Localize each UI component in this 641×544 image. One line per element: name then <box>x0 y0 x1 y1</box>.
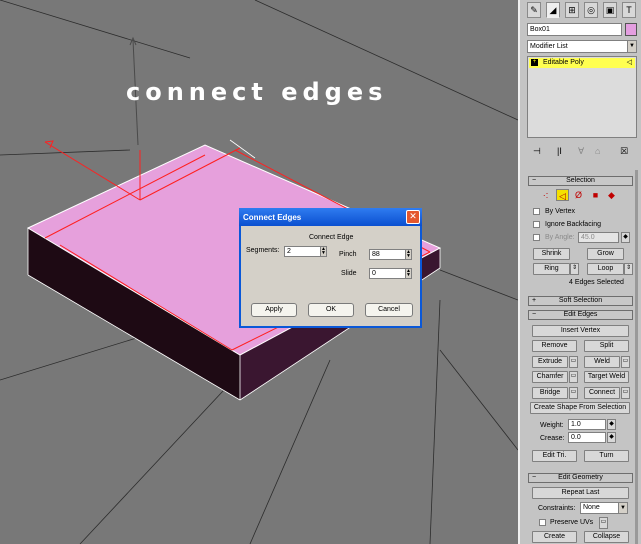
border-icon[interactable]: Ø <box>572 189 585 201</box>
create-shape-button[interactable]: Create Shape From Selection <box>530 402 630 414</box>
weight-input[interactable]: 1.0 <box>568 419 606 430</box>
apply-button[interactable]: Apply <box>251 303 297 317</box>
ignore-backfacing-checkbox[interactable] <box>533 221 540 228</box>
soft-selection-rollout-header[interactable]: + Soft Selection <box>528 296 633 306</box>
segments-spinner-arrows[interactable]: ▲ ▼ <box>320 246 327 257</box>
angle-spinner-arrows[interactable]: ◆ <box>621 232 630 243</box>
constraints-label: Constraints: <box>538 505 576 512</box>
chamfer-settings-icon[interactable]: ▭ <box>569 371 578 383</box>
preserve-uvs-label: Preserve UVs <box>550 519 594 526</box>
weight-spinner-arrows[interactable]: ◆ <box>607 419 616 430</box>
ignore-backfacing-label: Ignore Backfacing <box>545 221 602 228</box>
create-tab-icon[interactable]: ✎ <box>527 2 541 18</box>
ok-button[interactable]: OK <box>308 303 354 317</box>
pinch-spinner-arrows[interactable]: ▲ ▼ <box>405 249 412 260</box>
vertex-icon[interactable]: ·: <box>539 189 552 201</box>
dialog-titlebar[interactable]: Connect Edges ✕ <box>239 208 422 226</box>
by-vertex-label: By Vertex <box>545 208 575 215</box>
preserve-uvs-checkbox[interactable] <box>539 519 546 526</box>
utilities-tab-icon[interactable]: T <box>622 2 636 18</box>
ring-spinner[interactable]: ⇕ <box>570 263 579 275</box>
command-panel-scrollbar[interactable] <box>635 170 638 544</box>
pinch-label: Pinch <box>339 251 357 258</box>
stack-item-editable-poly[interactable]: + Editable Poly ◁ <box>529 58 635 68</box>
weld-settings-icon[interactable]: ▭ <box>621 356 630 368</box>
modifier-stack: + Editable Poly ◁ <box>527 56 637 138</box>
polygon-icon[interactable]: ■ <box>589 189 602 201</box>
close-icon[interactable]: ✕ <box>406 210 420 224</box>
selection-rollout-header[interactable]: − Selection <box>528 176 633 186</box>
make-unique-icon[interactable]: ∀ <box>578 146 584 156</box>
edit-geometry-rollout-header[interactable]: − Edit Geometry <box>528 473 633 483</box>
display-tab-icon[interactable]: ▣ <box>603 2 617 18</box>
by-angle-checkbox[interactable] <box>533 234 540 241</box>
extrude-button[interactable]: Extrude <box>532 356 568 368</box>
modify-tab-icon[interactable]: ◢ <box>546 2 560 18</box>
slide-spinner-arrows[interactable]: ▲ ▼ <box>405 268 412 279</box>
loop-button[interactable]: Loop <box>587 263 624 275</box>
subobject-edge-icon: ◁ <box>626 59 632 66</box>
configure-sets-icon[interactable]: ☒ <box>620 146 628 156</box>
pin-stack-icon[interactable]: ⊣ <box>533 146 541 156</box>
cancel-button[interactable]: Cancel <box>365 303 413 317</box>
by-angle-label: By Angle: <box>545 234 575 241</box>
chevron-down-icon: ▼ <box>627 41 636 52</box>
split-button[interactable]: Split <box>584 340 629 352</box>
extrude-settings-icon[interactable]: ▭ <box>569 356 578 368</box>
weight-label: Weight: <box>540 422 564 429</box>
segments-input[interactable]: 2 <box>284 246 320 257</box>
repeat-last-button[interactable]: Repeat Last <box>532 487 629 499</box>
weld-button[interactable]: Weld <box>584 356 620 368</box>
chamfer-button[interactable]: Chamfer <box>532 371 568 383</box>
constraints-dropdown[interactable]: None ▼ <box>580 502 628 514</box>
target-weld-button[interactable]: Target Weld <box>584 371 629 383</box>
slide-label: Slide <box>341 270 357 277</box>
connect-settings-icon[interactable]: ▭ <box>621 387 630 399</box>
slide-input[interactable]: 0 <box>369 268 405 279</box>
collapse-button[interactable]: Collapse <box>584 531 629 543</box>
show-end-result-icon[interactable]: |Ι <box>557 146 562 156</box>
motion-tab-icon[interactable]: ◎ <box>584 2 598 18</box>
angle-input[interactable]: 45.0 <box>578 232 619 243</box>
edit-tri-button[interactable]: Edit Tri. <box>532 450 577 462</box>
remove-modifier-icon[interactable]: ⌂ <box>595 146 600 156</box>
by-vertex-checkbox[interactable] <box>533 208 540 215</box>
object-color-swatch[interactable] <box>625 23 637 36</box>
preserve-uvs-settings-icon[interactable]: ▭ <box>599 517 608 529</box>
connect-edges-dialog: Connect Edges ✕ Connect Edge Segments: 2… <box>239 208 422 328</box>
stack-item-label: Editable Poly <box>543 59 584 66</box>
overlay-caption: connect edges <box>126 78 388 106</box>
element-icon[interactable]: ◆ <box>605 189 618 201</box>
bridge-settings-icon[interactable]: ▭ <box>569 387 578 399</box>
chevron-down-icon: ▼ <box>618 503 627 513</box>
connect-edge-group-label: Connect Edge <box>309 234 354 241</box>
loop-spinner[interactable]: ⇕ <box>624 263 633 275</box>
grow-button[interactable]: Grow <box>587 248 624 260</box>
crease-label: Crease: <box>540 435 565 442</box>
bridge-button[interactable]: Bridge <box>532 387 568 399</box>
insert-vertex-button[interactable]: Insert Vertex <box>532 325 629 337</box>
turn-button[interactable]: Turn <box>584 450 629 462</box>
expand-icon[interactable]: + <box>531 59 538 66</box>
ring-button[interactable]: Ring <box>533 263 570 275</box>
shrink-button[interactable]: Shrink <box>533 248 570 260</box>
dialog-title: Connect Edges <box>243 213 302 222</box>
modifier-list-label: Modifier List <box>530 43 568 50</box>
pinch-input[interactable]: 88 <box>369 249 405 260</box>
object-name-field[interactable]: Box01 <box>527 23 622 36</box>
hierarchy-tab-icon[interactable]: ⊞ <box>565 2 579 18</box>
edge-icon[interactable]: ◁ <box>556 189 569 201</box>
edit-edges-rollout-header[interactable]: − Edit Edges <box>528 310 633 320</box>
crease-input[interactable]: 0.0 <box>568 432 606 443</box>
selection-status: 4 Edges Selected <box>569 279 624 286</box>
modifier-list-dropdown[interactable]: Modifier List ▼ <box>527 40 637 53</box>
segments-label: Segments: <box>246 247 280 254</box>
connect-button[interactable]: Connect <box>584 387 620 399</box>
command-panel-tabs: ✎ ◢ ⊞ ◎ ▣ T <box>523 2 641 20</box>
create-button[interactable]: Create <box>532 531 577 543</box>
command-panel: ✎ ◢ ⊞ ◎ ▣ T Box01 Modifier List ▼ + Edit… <box>518 0 641 544</box>
constraints-value: None <box>583 504 600 511</box>
remove-button[interactable]: Remove <box>532 340 577 352</box>
crease-spinner-arrows[interactable]: ◆ <box>607 432 616 443</box>
